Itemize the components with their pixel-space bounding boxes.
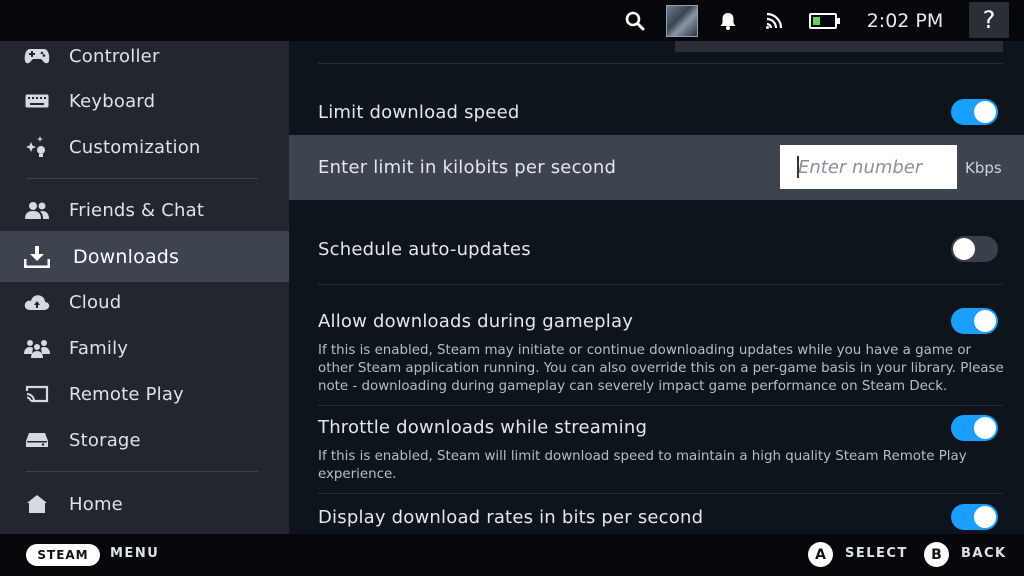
display-bits-label: Display download rates in bits per secon… [318, 507, 704, 528]
sidebar-item-keyboard[interactable]: Keyboard [0, 78, 289, 124]
cloud-icon [24, 291, 50, 313]
downloads-settings-panel: Limit download speed Enter limit in kilo… [289, 41, 1024, 534]
sidebar-item-label: Downloads [73, 245, 180, 268]
clock: 2:02 PM [866, 9, 944, 32]
battery-icon[interactable] [808, 0, 842, 41]
a-button-glyph: A [808, 542, 833, 567]
divider [318, 63, 1003, 64]
sidebar-item-cloud[interactable]: Cloud [0, 279, 289, 325]
sidebar-item-label: Home [69, 493, 123, 515]
sidebar-item-customization[interactable]: Customization [0, 124, 289, 170]
sidebar-item-home[interactable]: Home [0, 481, 289, 527]
family-icon [24, 337, 50, 359]
sidebar-item-label: Storage [69, 429, 141, 451]
kbps-unit-label: Kbps [965, 159, 1002, 177]
sidebar-divider [26, 471, 258, 472]
friends-icon [24, 199, 50, 221]
sidebar-item-label: Customization [69, 136, 201, 158]
controller-icon [24, 45, 50, 67]
home-icon [24, 493, 50, 515]
throttle-downloads-toggle[interactable] [951, 415, 998, 441]
sidebar-item-family[interactable]: Family [0, 325, 289, 371]
divider [318, 405, 1003, 406]
limit-download-speed-label: Limit download speed [318, 102, 520, 123]
display-bits-toggle[interactable] [951, 504, 998, 530]
allow-downloads-gameplay-label: Allow downloads during gameplay [318, 311, 634, 332]
select-label[interactable]: SELECT [845, 546, 908, 561]
sidebar-item-friends-chat[interactable]: Friends & Chat [0, 187, 289, 233]
sidebar-item-storage[interactable]: Storage [0, 417, 289, 463]
toggle-knob [974, 506, 996, 528]
divider [318, 284, 1003, 285]
wifi-icon[interactable] [762, 0, 786, 41]
allow-downloads-gameplay-description: If this is enabled, Steam may initiate o… [318, 343, 1004, 394]
toggle-knob [953, 238, 975, 260]
download-icon [24, 245, 50, 268]
divider [318, 493, 1003, 494]
toggle-knob [974, 101, 996, 123]
sidebar-item-remote-play[interactable]: Remote Play [0, 371, 289, 417]
download-region-field[interactable] [675, 41, 1003, 52]
remote-play-icon [24, 383, 50, 405]
throttle-downloads-description: If this is enabled, Steam will limit dow… [318, 449, 967, 482]
sidebar-item-label: Keyboard [69, 90, 156, 112]
sidebar-item-label: Remote Play [69, 383, 184, 405]
sidebar-item-downloads[interactable]: Downloads [0, 231, 289, 282]
sidebar-item-label: Cloud [69, 291, 122, 313]
menu-label: MENU [110, 546, 160, 561]
limit-kbps-input[interactable] [780, 145, 957, 189]
throttle-downloads-label: Throttle downloads while streaming [318, 417, 648, 438]
limit-kbps-label: Enter limit in kilobits per second [318, 157, 617, 178]
avatar[interactable] [666, 5, 698, 37]
sidebar-divider [26, 178, 258, 179]
back-label[interactable]: BACK [961, 546, 1007, 561]
sidebar-item-label: Friends & Chat [69, 199, 205, 221]
b-button-glyph: B [924, 542, 949, 567]
sidebar-item-controller[interactable]: Controller [0, 33, 289, 79]
storage-icon [24, 429, 50, 451]
text-caret [797, 156, 799, 178]
sidebar-item-label: Family [69, 337, 129, 359]
help-button[interactable]: ? [969, 2, 1009, 38]
keyboard-icon [24, 90, 50, 112]
schedule-auto-updates-label: Schedule auto-updates [318, 239, 531, 260]
sidebar-item-label: Controller [69, 45, 160, 67]
search-icon[interactable] [622, 0, 648, 41]
limit-download-speed-toggle[interactable] [951, 99, 998, 125]
toggle-knob [974, 417, 996, 439]
toggle-knob [974, 310, 996, 332]
customization-icon [24, 136, 50, 158]
settings-sidebar: Controller Keyboard Customization Friend… [0, 41, 289, 534]
steam-button[interactable]: STEAM [26, 544, 100, 566]
bottom-bar: STEAM MENU A SELECT B BACK [0, 534, 1024, 576]
schedule-auto-updates-toggle[interactable] [951, 236, 998, 262]
notification-bell-icon[interactable] [716, 0, 740, 41]
allow-downloads-gameplay-toggle[interactable] [951, 308, 998, 334]
